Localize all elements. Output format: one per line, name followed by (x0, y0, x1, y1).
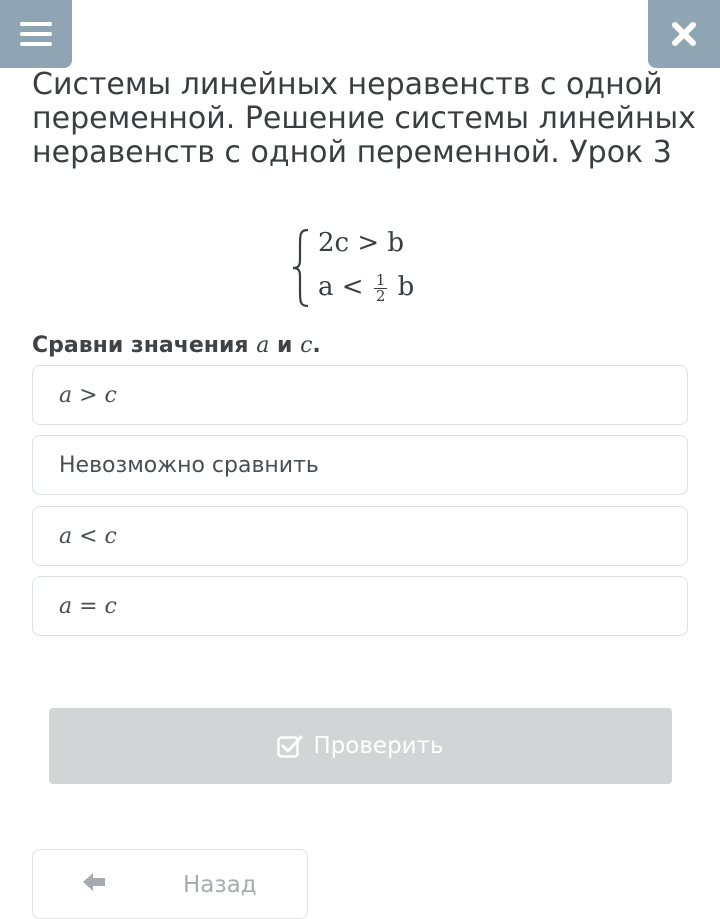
close-x-icon (672, 22, 696, 46)
answer-option-label: a = c (59, 593, 117, 619)
hamburger-menu-icon-bar (20, 42, 52, 46)
answer-option-label: Невозможно сравнить (59, 452, 319, 478)
hamburger-menu-icon-bar (20, 32, 52, 36)
fraction: 1 2 (373, 272, 388, 305)
inequality-line-2-left: a < (318, 272, 364, 302)
arrow-left-icon (83, 873, 105, 891)
back-button[interactable]: Назад (32, 849, 308, 919)
checkbox-check-icon (277, 734, 303, 758)
menu-button[interactable] (0, 0, 72, 68)
question-var-a: a (256, 333, 270, 358)
curly-brace-icon (292, 228, 309, 308)
fraction-denominator: 2 (375, 286, 386, 305)
inequality-line-2-right: b (397, 272, 415, 302)
answer-option[interactable]: Невозможно сравнить (32, 435, 688, 495)
check-button[interactable]: Проверить (49, 708, 672, 784)
answer-option-label: a < c (59, 523, 117, 549)
answer-option-label: a > c (59, 382, 117, 408)
close-button[interactable] (648, 0, 720, 68)
question-suffix: . (312, 333, 321, 358)
question-conjunction: и (277, 333, 293, 358)
question-prefix: Сравни значения (32, 333, 249, 358)
question-prompt: Сравни значения a и c. (32, 333, 321, 358)
check-button-label: Проверить (313, 733, 444, 759)
answer-option[interactable]: a > c (32, 365, 688, 425)
hamburger-menu-icon (20, 22, 52, 26)
answer-option[interactable]: a < c (32, 506, 688, 566)
inequality-system: 2c > b a < 1 2 b (290, 226, 490, 316)
inequality-line-1: 2c > b (318, 228, 405, 258)
inequality-line-2: a < 1 2 b (318, 272, 414, 304)
lesson-title: Системы линейных неравенств с одной пере… (32, 67, 696, 170)
question-var-c: c (300, 333, 313, 358)
answer-option[interactable]: a = c (32, 576, 688, 636)
back-button-label: Назад (183, 872, 257, 898)
